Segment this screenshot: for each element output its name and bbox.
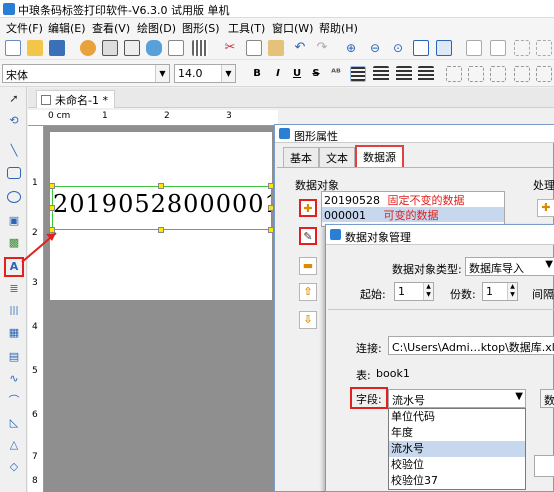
copies-label: 份数:: [450, 288, 476, 301]
dialog-icon: [279, 128, 290, 139]
add-processing-button[interactable]: ✚: [537, 199, 554, 217]
field-extra-box[interactable]: [534, 455, 554, 477]
item-value: 20190528: [324, 194, 380, 207]
move-up-button[interactable]: ⇧: [299, 283, 317, 301]
item-value: 000001: [324, 209, 366, 222]
field-side-button[interactable]: 数: [540, 389, 554, 408]
spinner-icon[interactable]: ▲ ▼: [507, 283, 517, 300]
type-select[interactable]: 数据库导入 ▼: [465, 257, 554, 276]
edit-item-button[interactable]: ✎: [299, 227, 317, 245]
field-label: 字段:: [350, 387, 388, 409]
type-label: 数据对象类型:: [392, 263, 462, 276]
field-value: 流水号: [392, 394, 425, 407]
field-option[interactable]: 年度: [389, 425, 525, 441]
chevron-down-icon: ▼: [515, 391, 523, 402]
table-label: 表:: [356, 369, 371, 382]
dialog-title: 图形属性: [294, 130, 338, 143]
field-option-selected[interactable]: 流水号: [389, 441, 525, 457]
data-object-manager-dialog: 数据对象管理 数据对象类型: 数据库导入 ▼ 起始: 1 ▲ ▼ 份数: 1 ▲ ▼…: [325, 224, 554, 492]
divider: [328, 309, 554, 310]
spinner-icon[interactable]: ▲ ▼: [423, 283, 433, 300]
dialog-header: 图形属性: [275, 125, 554, 143]
type-value: 数据库导入: [469, 262, 524, 275]
tab-text[interactable]: 文本: [319, 147, 355, 167]
field-options-list[interactable]: 单位代码 年度 流水号 校验位 校验位37: [388, 408, 526, 490]
start-label: 起始:: [360, 288, 386, 301]
field-select[interactable]: 流水号 ▼: [388, 389, 526, 408]
connection-input[interactable]: C:\Users\Admi…ktop\数据库.xlsx: [388, 336, 554, 355]
remove-item-button[interactable]: ▬: [299, 257, 317, 275]
dialog-icon: [330, 229, 341, 240]
table-value: book1: [376, 367, 410, 380]
field-option[interactable]: 校验位37: [389, 473, 525, 489]
list-item[interactable]: 20190528 固定不变的数据: [322, 192, 504, 207]
interval-label: 间隔: [532, 288, 554, 301]
copies-input[interactable]: 1 ▲ ▼: [482, 282, 518, 301]
list-item-selected[interactable]: 000001 可变的数据: [322, 207, 504, 222]
field-option[interactable]: 校验位: [389, 457, 525, 473]
copies-value: 1: [486, 285, 493, 298]
add-item-button[interactable]: ✚: [299, 199, 317, 217]
dialog-title: 数据对象管理: [345, 231, 411, 244]
chevron-down-icon: ▼: [545, 259, 553, 270]
data-objects-list[interactable]: 20190528 固定不变的数据 000001 可变的数据: [321, 191, 505, 227]
field-option[interactable]: 单位代码: [389, 409, 525, 425]
tab-basic[interactable]: 基本: [283, 147, 319, 167]
tab-datasource[interactable]: 数据源: [355, 145, 404, 168]
start-value: 1: [398, 285, 405, 298]
item-annotation: 可变的数据: [383, 209, 439, 222]
item-annotation: 固定不变的数据: [387, 194, 465, 207]
processing-label: 处理: [533, 179, 554, 192]
move-down-button[interactable]: ⇩: [299, 311, 317, 329]
dialog-header: 数据对象管理: [326, 225, 554, 245]
start-input[interactable]: 1 ▲ ▼: [394, 282, 434, 301]
connection-label: 连接:: [356, 342, 382, 355]
